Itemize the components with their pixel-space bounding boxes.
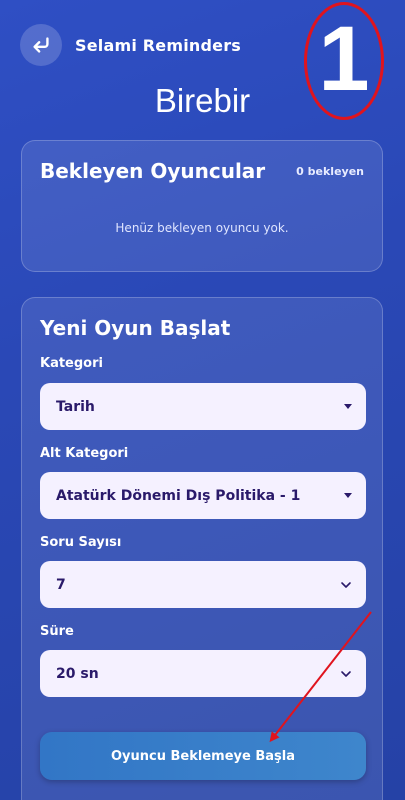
duration-select[interactable]: 20 sn [40,650,366,697]
back-arrow-icon [33,37,49,53]
caret-down-icon [344,493,352,498]
category-label: Kategori [40,356,103,371]
subcategory-select-value: Atatürk Dönemi Dış Politika - 1 [56,487,301,504]
chevron-down-icon [341,670,351,677]
question-count-select-value: 7 [56,576,66,593]
new-game-title: Yeni Oyun Başlat [40,316,231,340]
start-waiting-button[interactable]: Oyuncu Beklemeye Başla [40,732,366,780]
waiting-players-card: Bekleyen Oyuncular 0 bekleyen Henüz bekl… [21,140,383,272]
back-button[interactable] [20,24,62,66]
caret-down-icon [344,404,352,409]
app-title: Selami Reminders [75,35,242,55]
question-count-label: Soru Sayısı [40,535,122,550]
chevron-down-icon [341,581,351,588]
header: Selami Reminders [20,24,241,66]
duration-select-value: 20 sn [56,665,99,682]
waiting-count-badge: 0 bekleyen [296,165,364,178]
empty-state-text: Henüz bekleyen oyuncu yok. [115,221,289,235]
waiting-players-title: Bekleyen Oyuncular [40,159,266,183]
category-select[interactable]: Tarih [40,383,366,430]
subcategory-select[interactable]: Atatürk Dönemi Dış Politika - 1 [40,472,366,519]
page-title: Birebir [154,82,251,119]
new-game-card: Yeni Oyun Başlat Kategori Tarih Alt Kate… [21,297,383,800]
subcategory-label: Alt Kategori [40,446,129,461]
duration-label: Süre [40,624,74,639]
question-count-select[interactable]: 7 [40,561,366,608]
category-select-value: Tarih [56,398,95,415]
